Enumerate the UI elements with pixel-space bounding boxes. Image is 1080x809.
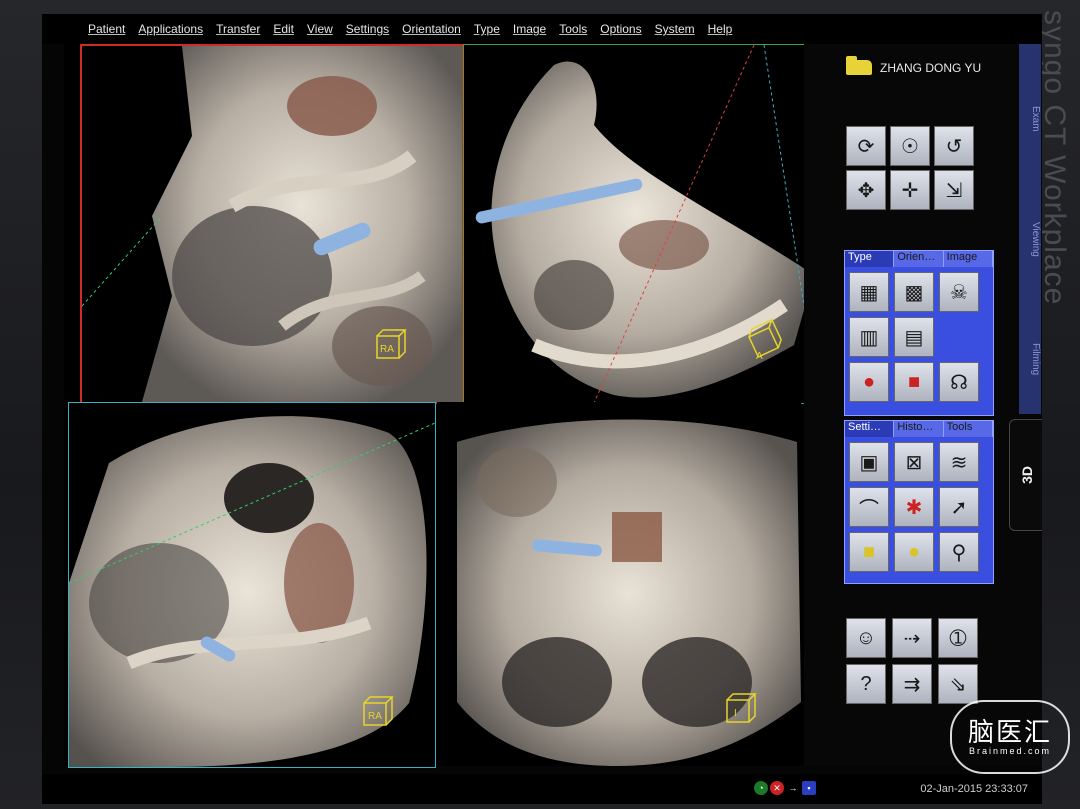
slab-compare-icon[interactable]: ▤ <box>894 317 934 357</box>
orientation-label-tl: RA <box>380 344 394 355</box>
vrt-image-bottom-left: RA <box>69 416 435 767</box>
help-head-icon[interactable]: ? <box>846 664 886 704</box>
yellow-mark-icon[interactable]: ■ <box>849 532 889 572</box>
send-to-film-icon[interactable]: ⇢ <box>892 618 932 658</box>
orbit-icon[interactable]: ✥ <box>846 170 886 210</box>
vrt-red-icon[interactable]: ● <box>849 362 889 402</box>
tab-3d-label: 3D <box>1018 466 1035 484</box>
menu-orientation[interactable]: Orientation <box>402 22 461 36</box>
skull-icon[interactable]: ☠ <box>939 272 979 312</box>
settings-panel: Setti… Histo… Tools ▣ ⊠ ≋ ⌒ ✱ ➚ ■ ● ⚲ <box>844 420 994 584</box>
tab-history[interactable]: Histo… <box>894 421 944 437</box>
mpr-icon[interactable]: ▦ <box>849 272 889 312</box>
tab-settings[interactable]: Setti… <box>845 421 895 437</box>
yellow-head-icon[interactable]: ● <box>894 532 934 572</box>
tab-tools[interactable]: Tools <box>943 421 993 437</box>
watermark-url: Brainmed.com <box>968 746 1052 756</box>
menu-applications[interactable]: Applications <box>138 22 203 36</box>
menu-view[interactable]: View <box>307 22 333 36</box>
rotate-icon[interactable]: ⟳ <box>846 126 886 166</box>
brand-label: syngo CT Workplace <box>1038 10 1071 306</box>
screen: Patient Applications Transfer Edit View … <box>42 14 1042 804</box>
tab-3d[interactable]: 3D <box>1009 419 1042 531</box>
tab-orientation[interactable]: Orien… <box>894 251 944 267</box>
vrt-region-icon[interactable]: ✱ <box>894 487 934 527</box>
network-status-icon: → <box>786 781 800 795</box>
menu-help[interactable]: Help <box>708 22 733 36</box>
cut-head-icon[interactable]: ⌒ <box>849 487 889 527</box>
control-sidebar: ZHANG DONG YU Exam Viewing Filming 3D ⟳ … <box>804 44 1042 766</box>
timestamp: 02-Jan-2015 23:33:07 <box>920 783 1028 795</box>
ssd-head-icon[interactable]: ☊ <box>939 362 979 402</box>
move-icon[interactable]: ⇲ <box>934 170 974 210</box>
undo-rotate-icon[interactable]: ↺ <box>934 126 974 166</box>
save-folder-icon[interactable]: ⇘ <box>938 664 978 704</box>
clip-plane-icon[interactable]: ≋ <box>939 442 979 482</box>
clock-status-icon: ◔ <box>754 781 768 795</box>
tab-type[interactable]: Type <box>845 251 895 267</box>
tab-filming[interactable]: Filming <box>1019 314 1041 404</box>
status-bar: ◔ ✕ → ▪ 02-Jan-2015 23:33:07 <box>42 774 1042 804</box>
snapshot-icon[interactable]: ☺ <box>846 618 886 658</box>
watermark-title: 脑医汇 <box>967 717 1052 747</box>
pan-icon[interactable]: ✛ <box>890 170 930 210</box>
type-panel: Type Orien… Image ▦ ▩ ☠ ▥ ▤ ● ■ ☊ <box>844 250 994 416</box>
folder-icon <box>846 56 872 75</box>
send-series-icon[interactable]: ⇉ <box>892 664 932 704</box>
tab-exam[interactable]: Exam <box>1019 74 1041 164</box>
menu-bar: Patient Applications Transfer Edit View … <box>42 14 1042 44</box>
menu-system[interactable]: System <box>655 22 695 36</box>
orientation-label-tr: A <box>756 351 763 362</box>
status-icons: ◔ ✕ → ▪ <box>754 781 816 795</box>
patient-info[interactable]: ZHANG DONG YU <box>846 56 982 75</box>
vrt-box-icon[interactable]: ■ <box>894 362 934 402</box>
orientation-label-br: I <box>734 708 737 719</box>
viewport-top-right[interactable]: A <box>463 44 823 404</box>
viewer-area: RA A RA I <box>64 44 823 768</box>
orientation-label-bl: RA <box>368 711 382 722</box>
mip-icon[interactable]: ▩ <box>894 272 934 312</box>
menu-edit[interactable]: Edit <box>273 22 294 36</box>
crop-cube-icon[interactable]: ⊠ <box>894 442 934 482</box>
vrt-image-bottom-right: I <box>457 419 801 766</box>
viewport-bottom-right[interactable]: I <box>437 402 801 766</box>
menu-settings[interactable]: Settings <box>346 22 389 36</box>
tab-viewing[interactable]: Viewing <box>1019 184 1041 294</box>
probe-icon[interactable]: ⚲ <box>939 532 979 572</box>
slab-stack-icon[interactable]: ▥ <box>849 317 889 357</box>
viewport-top-left[interactable]: RA <box>80 44 464 404</box>
monitor-status-icon: ▪ <box>802 781 816 795</box>
navigation-tools: ⟳ ☉ ↺ ✥ ✛ ⇲ <box>846 126 974 210</box>
head-zoom-icon[interactable]: ☉ <box>890 126 930 166</box>
vrt-image-top-right: A <box>475 45 820 403</box>
menu-tools[interactable]: Tools <box>559 22 587 36</box>
clip-box-icon[interactable]: ▣ <box>849 442 889 482</box>
menu-patient[interactable]: Patient <box>88 22 125 36</box>
tab-image[interactable]: Image <box>943 251 993 267</box>
series-one-icon[interactable]: ➀ <box>938 618 978 658</box>
menu-image[interactable]: Image <box>513 22 546 36</box>
menu-transfer[interactable]: Transfer <box>216 22 260 36</box>
viewport-bottom-left[interactable]: RA <box>68 402 436 768</box>
vrt-image-top-left: RA <box>82 46 462 402</box>
vertical-tab-strip: Exam Viewing Filming <box>1019 44 1041 414</box>
error-status-icon: ✕ <box>770 781 784 795</box>
patient-name: ZHANG DONG YU <box>880 60 982 75</box>
menu-type[interactable]: Type <box>474 22 500 36</box>
output-tools: ☺ ⇢ ➀ ? ⇉ ⇘ <box>846 618 978 704</box>
watermark-logo: 脑医汇 Brainmed.com <box>950 700 1070 774</box>
menu-options[interactable]: Options <box>600 22 641 36</box>
punch-icon[interactable]: ➚ <box>939 487 979 527</box>
